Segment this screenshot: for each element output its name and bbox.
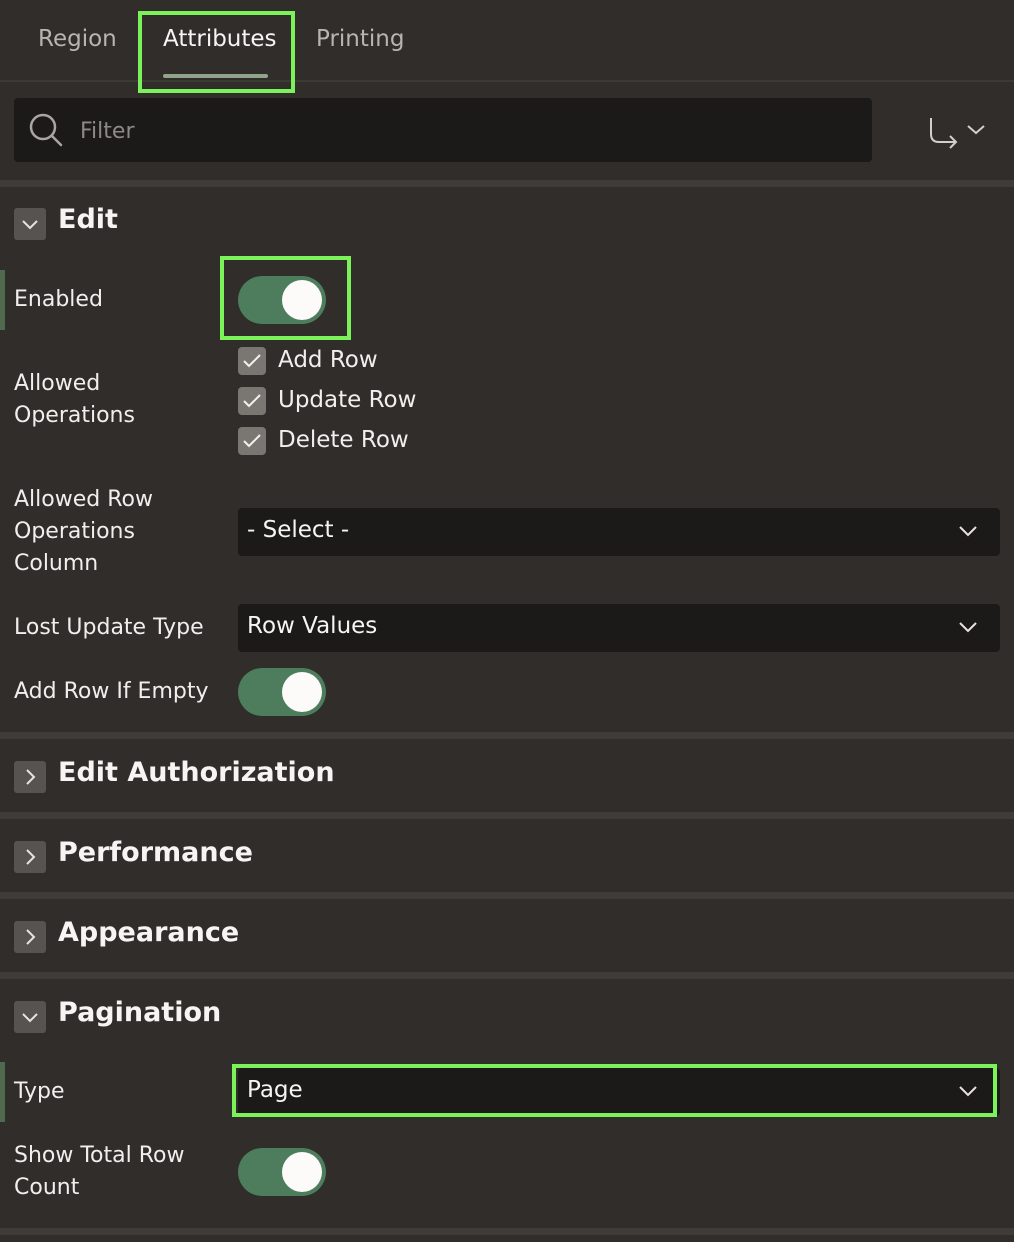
section-performance-title: Performance bbox=[58, 837, 253, 868]
toggle-knob bbox=[282, 1152, 322, 1192]
chevron-right-icon bbox=[14, 921, 46, 953]
chevron-down-icon bbox=[959, 622, 977, 633]
enabled-label: Enabled bbox=[14, 287, 103, 312]
show-total-row-count-label: Show Total Row Count bbox=[14, 1143, 185, 1200]
required-indicator bbox=[0, 1062, 5, 1122]
filter-input[interactable] bbox=[78, 112, 842, 150]
filter-box bbox=[14, 98, 872, 162]
enabled-toggle[interactable] bbox=[238, 276, 326, 324]
lost-update-type-select[interactable]: Row Values bbox=[238, 604, 1000, 652]
chevron-down-icon bbox=[14, 1001, 46, 1033]
section-pagination-title: Pagination bbox=[58, 997, 222, 1028]
pagination-type-label: Type bbox=[14, 1079, 65, 1104]
allowed-row-operations-select[interactable]: - Select - bbox=[238, 508, 1000, 556]
section-divider bbox=[0, 812, 1014, 819]
section-divider bbox=[0, 892, 1014, 899]
section-edit-title: Edit bbox=[58, 204, 118, 235]
toggle-knob bbox=[282, 672, 322, 712]
add-row-if-empty-label: Add Row If Empty bbox=[14, 679, 209, 704]
active-tab-indicator bbox=[163, 74, 268, 78]
go-to-group-icon bbox=[930, 118, 985, 149]
chevron-right-icon bbox=[14, 841, 46, 873]
lost-update-type-label: Lost Update Type bbox=[14, 615, 204, 640]
tab-attributes[interactable]: Attributes bbox=[163, 26, 277, 52]
section-divider bbox=[0, 732, 1014, 739]
allowed-operations-label: Allowed Operations bbox=[14, 371, 135, 428]
add-row-if-empty-toggle[interactable] bbox=[238, 668, 326, 716]
tab-region[interactable]: Region bbox=[38, 26, 117, 52]
tab-printing[interactable]: Printing bbox=[316, 26, 404, 52]
show-total-row-count-toggle[interactable] bbox=[238, 1148, 326, 1196]
chevron-down-icon bbox=[14, 208, 46, 240]
search-icon bbox=[28, 112, 64, 152]
section-appearance-title: Appearance bbox=[58, 917, 240, 948]
chevron-right-icon bbox=[14, 761, 46, 793]
pagination-type-select[interactable]: Page bbox=[238, 1068, 1000, 1116]
section-divider bbox=[0, 972, 1014, 979]
section-edit-authorization-title: Edit Authorization bbox=[58, 757, 335, 788]
go-to-group-button[interactable] bbox=[924, 112, 994, 152]
chevron-down-icon bbox=[959, 526, 977, 537]
section-divider bbox=[0, 1228, 1014, 1235]
tab-bar: Region Attributes Printing bbox=[0, 0, 1014, 82]
chevron-down-icon bbox=[959, 1086, 977, 1097]
required-indicator bbox=[0, 270, 5, 330]
allowed-row-operations-label: Allowed Row Operations Column bbox=[14, 487, 153, 576]
toggle-knob bbox=[282, 280, 322, 320]
section-divider bbox=[0, 180, 1014, 187]
